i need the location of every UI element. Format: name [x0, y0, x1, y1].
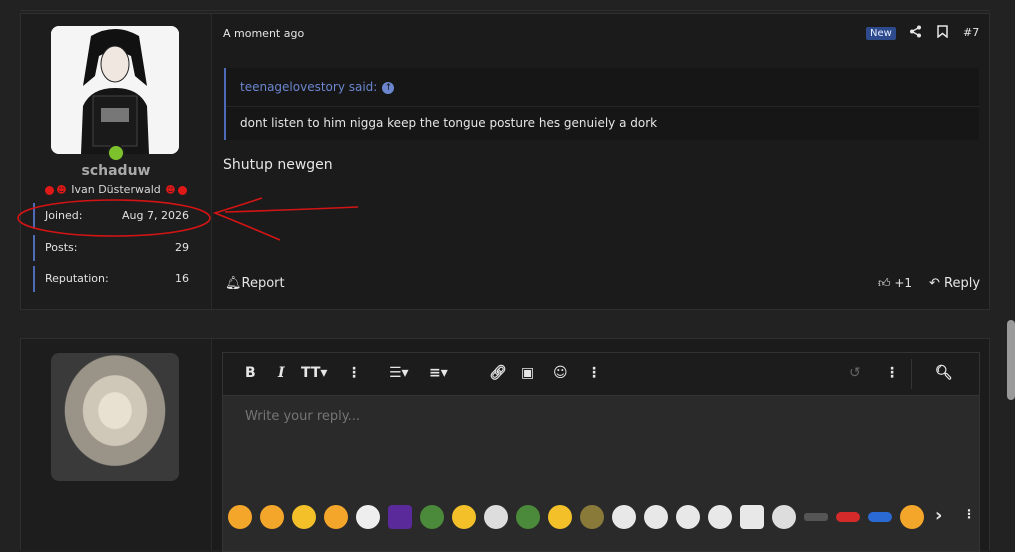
reply-button[interactable]: ↶ Reply	[929, 276, 980, 291]
quote-body: dont listen to him nigga keep the tongue…	[240, 116, 658, 130]
red-dot-icon	[177, 185, 187, 195]
previous-post-edge	[20, 0, 990, 11]
reply-editor: B I TT▾ ⋮ ☰▾ ≡▾ 🔗︎ ▣ ☺ ⋮ ↺ ⋮ 🔍︎ Write yo…	[222, 352, 980, 552]
post-message: Shutup newgen	[223, 157, 333, 173]
red-dot-icon	[45, 185, 55, 195]
emoji-icon[interactable]	[676, 505, 700, 529]
stat-posts: Posts: 29	[33, 235, 197, 261]
report-label: Report	[241, 276, 285, 291]
emoji-icon[interactable]	[484, 505, 508, 529]
more-options-icon[interactable]: ⋮	[963, 507, 975, 521]
user-title: Ivan Düsterwald	[71, 183, 161, 196]
bell-icon: 🔔︎	[225, 276, 242, 291]
toolbar-separator	[911, 359, 912, 389]
pill-emoji-icon[interactable]	[836, 512, 860, 522]
editor-toolbar: B I TT▾ ⋮ ☰▾ ≡▾ 🔗︎ ▣ ☺ ⋮ ↺ ⋮ 🔍︎	[223, 353, 979, 396]
post-timestamp[interactable]: A moment ago	[223, 27, 304, 40]
emoji-bar: › ⋮	[223, 505, 979, 543]
bold-icon[interactable]: B	[245, 365, 256, 381]
like-count: +1	[894, 276, 913, 290]
preview-icon[interactable]: 🔍︎	[935, 365, 953, 381]
report-button[interactable]: 🔔︎Report	[225, 276, 285, 291]
image-icon[interactable]: ▣	[521, 365, 534, 381]
emoji-icon[interactable]	[324, 505, 348, 529]
emoji-icon[interactable]	[740, 505, 764, 529]
quote-block: teenagelovestory said: ↑ dont listen to h…	[224, 68, 979, 140]
emoji-icon[interactable]	[900, 505, 924, 529]
emoji-icon[interactable]	[612, 505, 636, 529]
list-icon[interactable]: ☰▾	[389, 365, 409, 381]
emoji-icon[interactable]	[356, 505, 380, 529]
stat-value: Aug 7, 2026	[122, 209, 189, 222]
post-number-link[interactable]: #7	[963, 26, 979, 39]
italic-icon[interactable]: I	[278, 365, 285, 381]
quote-author-link[interactable]: teenagelovestory said: ↑	[240, 80, 395, 94]
bookmark-icon[interactable]	[937, 25, 948, 42]
emoji-icon[interactable]	[548, 505, 572, 529]
stat-key: Reputation:	[45, 272, 109, 285]
emoji-icon[interactable]	[708, 505, 732, 529]
online-status-icon	[107, 144, 125, 162]
user-avatar[interactable]	[51, 26, 179, 154]
more-options-icon[interactable]: ⋮	[587, 365, 601, 381]
page-scrollbar[interactable]	[1007, 320, 1015, 400]
more-options-icon[interactable]: ⋮	[347, 365, 361, 381]
user-title-row: ☻ Ivan Düsterwald ☻	[21, 183, 211, 196]
reply-arrow-icon: ↶	[929, 276, 940, 291]
username[interactable]: schaduw	[21, 163, 211, 179]
align-icon[interactable]: ≡▾	[429, 365, 448, 381]
forum-post: schaduw ☻ Ivan Düsterwald ☻ Joined: Aug …	[20, 13, 990, 310]
current-user-avatar[interactable]	[51, 353, 179, 481]
link-icon[interactable]: 🔗︎	[489, 365, 507, 381]
chevron-right-icon[interactable]: ›	[935, 505, 942, 526]
emoji-icon[interactable]	[644, 505, 668, 529]
reply-textarea[interactable]	[243, 408, 947, 425]
share-icon[interactable]	[909, 25, 922, 41]
stat-value: 16	[175, 272, 189, 285]
pill-emoji-icon[interactable]	[868, 512, 892, 522]
stat-value: 29	[175, 241, 189, 254]
undo-icon[interactable]: ↺	[849, 365, 861, 381]
post-user-panel: schaduw ☻ Ivan Düsterwald ☻ Joined: Aug …	[21, 14, 212, 309]
devil-face-icon: ☻	[56, 184, 67, 196]
new-badge: New	[866, 27, 896, 40]
smilie-icon[interactable]: ☺	[553, 365, 568, 381]
emoji-icon[interactable]	[292, 505, 316, 529]
devil-face-icon: ☻	[165, 184, 176, 196]
more-options-icon[interactable]: ⋮	[885, 365, 899, 381]
emoji-icon[interactable]	[580, 505, 604, 529]
stat-joined: Joined: Aug 7, 2026	[33, 203, 197, 229]
emoji-icon[interactable]	[452, 505, 476, 529]
reply-block: B I TT▾ ⋮ ☰▾ ≡▾ 🔗︎ ▣ ☺ ⋮ ↺ ⋮ 🔍︎ Write yo…	[20, 338, 990, 552]
emoji-icon[interactable]	[228, 505, 252, 529]
emoji-icon[interactable]	[772, 505, 796, 529]
quote-header: teenagelovestory said: ↑	[226, 68, 979, 107]
emoji-icon[interactable]	[388, 505, 412, 529]
like-button[interactable]: 👍︎ +1	[878, 276, 912, 291]
quote-author-label: teenagelovestory said:	[240, 80, 378, 94]
arrow-up-icon[interactable]: ↑	[382, 81, 395, 94]
post-message-panel: A moment ago New #7 teenagelovestory sai…	[212, 14, 989, 309]
avatar-drawing	[51, 26, 179, 154]
thumbs-up-icon: 👍︎	[878, 276, 891, 290]
emoji-icon[interactable]	[420, 505, 444, 529]
text-size-icon[interactable]: TT▾	[301, 365, 327, 381]
reply-label: Reply	[944, 276, 981, 291]
reply-user-panel	[21, 339, 212, 550]
stat-key: Joined:	[45, 209, 83, 222]
emoji-icon[interactable]	[260, 505, 284, 529]
stat-reputation: Reputation: 16	[33, 266, 197, 292]
emoji-icon[interactable]	[516, 505, 540, 529]
stat-key: Posts:	[45, 241, 78, 254]
emoji-icon[interactable]	[804, 513, 828, 521]
